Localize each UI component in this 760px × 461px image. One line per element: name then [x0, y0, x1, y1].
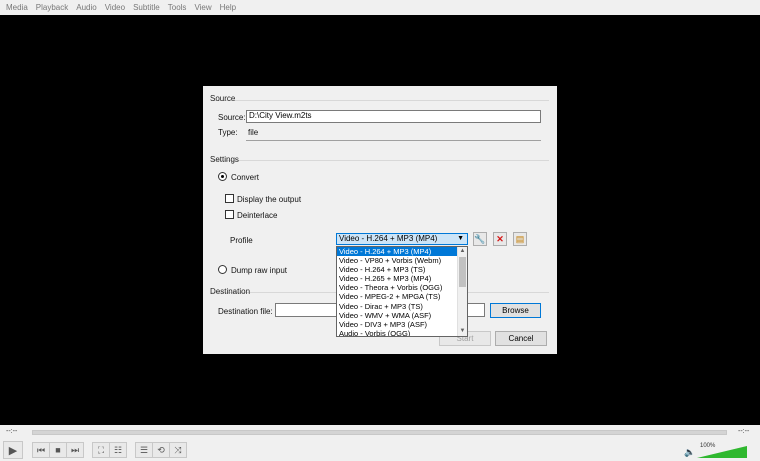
profile-option[interactable]: Video - DIV3 + MP3 (ASF)	[337, 320, 467, 329]
dump-raw-radio[interactable]	[218, 265, 227, 274]
fullscreen-button[interactable]: ⛶	[92, 442, 110, 458]
chevron-down-icon: ▼	[457, 235, 464, 242]
equalizer-icon: ☷	[113, 444, 123, 455]
stop-icon: ■	[55, 445, 61, 455]
menu-bar: Media Playback Audio Video Subtitle Tool…	[0, 0, 760, 15]
shuffle-button[interactable]: ⤨	[169, 442, 187, 458]
profile-option[interactable]: Video - H.265 + MP3 (MP4)	[337, 274, 467, 283]
wrench-icon: 🔧	[474, 233, 486, 244]
browse-button[interactable]: Browse	[490, 303, 541, 318]
scroll-up-icon[interactable]: ▲	[458, 247, 467, 256]
cancel-button[interactable]: Cancel	[495, 331, 547, 346]
profile-dropdown-list: Video - H.264 + MP3 (MP4) Video - VP80 +…	[336, 246, 468, 337]
destination-group-title: Destination	[210, 287, 251, 296]
extended-settings-button[interactable]: ☷	[109, 442, 127, 458]
seek-bar[interactable]	[32, 430, 727, 435]
deinterlace-checkbox[interactable]	[225, 210, 234, 219]
previous-icon: ⏮	[36, 444, 46, 455]
menu-subtitle[interactable]: Subtitle	[129, 3, 164, 12]
type-label: Type:	[218, 128, 238, 137]
shuffle-icon: ⤨	[174, 444, 182, 455]
destination-file-label: Destination file:	[218, 307, 273, 316]
player-controls: --:-- --:-- ▶ ⏮ ■ ⏭ ⛶ ☷ ☰ ⟲ ⤨ 🔈 100%	[0, 425, 760, 461]
menu-playback[interactable]: Playback	[32, 3, 72, 12]
menu-audio[interactable]: Audio	[72, 3, 100, 12]
profile-option[interactable]: Video - VP80 + Vorbis (Webm)	[337, 256, 467, 265]
menu-help[interactable]: Help	[216, 3, 240, 12]
profile-option[interactable]: Video - MPEG-2 + MPGA (TS)	[337, 292, 467, 301]
display-output-label[interactable]: Display the output	[237, 195, 301, 204]
fullscreen-icon: ⛶	[97, 444, 105, 455]
next-button[interactable]: ⏭	[66, 442, 84, 458]
volume-fill	[697, 446, 747, 458]
profile-option[interactable]: Video - Dirac + MP3 (TS)	[337, 302, 467, 311]
play-button[interactable]: ▶	[3, 441, 23, 459]
new-profile-button[interactable]: ▤	[513, 232, 527, 246]
profile-option[interactable]: Video - WMV + WMA (ASF)	[337, 311, 467, 320]
stop-button[interactable]: ■	[49, 442, 67, 458]
profile-selected-value: Video - H.264 + MP3 (MP4)	[339, 234, 438, 243]
next-icon: ⏭	[70, 444, 80, 455]
display-output-checkbox[interactable]	[225, 194, 234, 203]
profile-option[interactable]: Video - H.264 + MP3 (MP4)	[337, 247, 467, 257]
loop-icon: ⟲	[157, 444, 165, 455]
dropdown-scrollbar[interactable]: ▲ ▼	[457, 247, 467, 336]
scroll-thumb[interactable]	[459, 257, 466, 287]
menu-media[interactable]: Media	[2, 3, 32, 12]
loop-button[interactable]: ⟲	[152, 442, 170, 458]
source-field[interactable]: D:\City View.m2ts	[246, 110, 541, 123]
menu-view[interactable]: View	[190, 3, 215, 12]
volume-slider[interactable]	[697, 446, 747, 458]
play-icon: ▶	[8, 444, 18, 457]
profile-option[interactable]: Video - H.264 + MP3 (TS)	[337, 265, 467, 274]
profile-option[interactable]: Video - Theora + Vorbis (OGG)	[337, 283, 467, 292]
type-value: file	[248, 128, 259, 137]
source-divider	[246, 140, 541, 141]
playlist-button[interactable]: ☰	[135, 442, 153, 458]
speaker-icon[interactable]: 🔈	[684, 447, 695, 458]
profile-select[interactable]: Video - H.264 + MP3 (MP4) ▼	[336, 233, 468, 245]
delete-profile-button[interactable]: ✕	[493, 232, 507, 246]
profile-label: Profile	[230, 236, 253, 245]
settings-group-title: Settings	[210, 155, 239, 164]
menu-video[interactable]: Video	[101, 3, 129, 12]
menu-tools[interactable]: Tools	[164, 3, 191, 12]
deinterlace-label[interactable]: Deinterlace	[237, 211, 277, 220]
previous-button[interactable]: ⏮	[32, 442, 50, 458]
new-profile-icon: ▤	[515, 233, 525, 244]
source-label: Source:	[218, 113, 246, 122]
source-group-title: Source	[210, 94, 236, 103]
profile-option[interactable]: Audio - Vorbis (OGG)	[337, 329, 467, 336]
total-time: --:--	[738, 428, 750, 435]
delete-icon: ✕	[496, 233, 504, 244]
convert-dialog: Source Source: D:\City View.m2ts Type: f…	[203, 86, 557, 354]
edit-profile-button[interactable]: 🔧	[473, 232, 487, 246]
dump-raw-label[interactable]: Dump raw input	[231, 266, 287, 275]
elapsed-time: --:--	[6, 428, 18, 435]
convert-radio[interactable]	[218, 172, 227, 181]
convert-label[interactable]: Convert	[231, 173, 259, 182]
scroll-down-icon[interactable]: ▼	[458, 327, 467, 336]
playlist-icon: ☰	[139, 444, 149, 455]
